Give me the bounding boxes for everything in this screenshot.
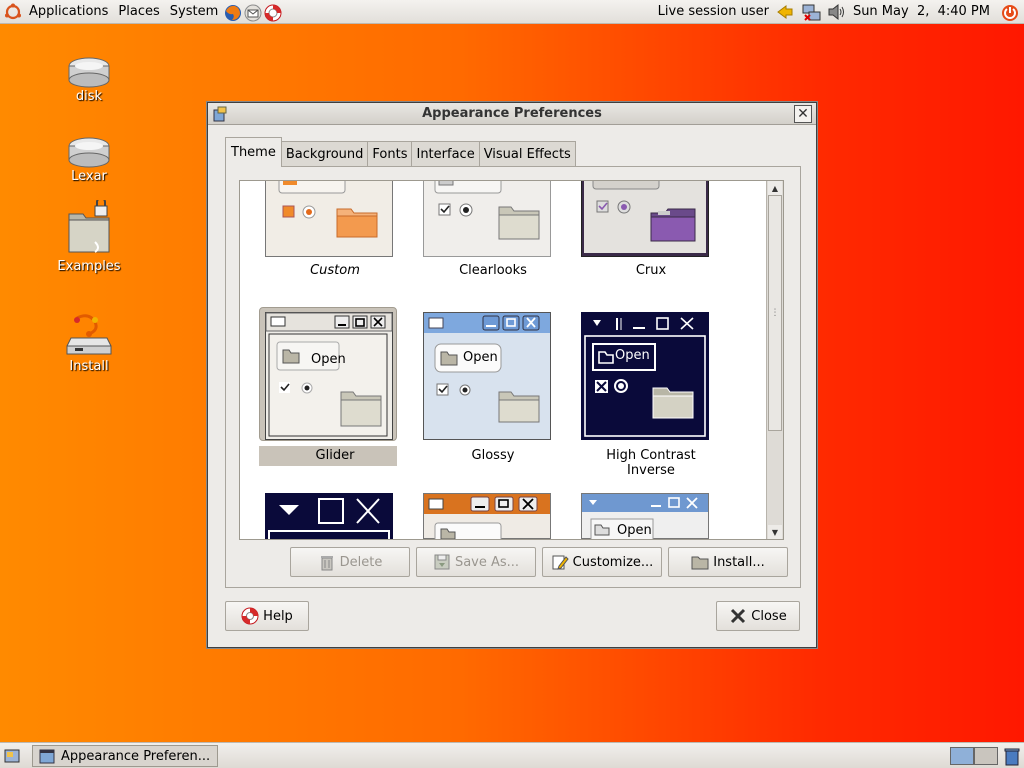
workspace-2[interactable] [974, 747, 998, 765]
window-app-icon [39, 748, 55, 764]
theme-preview-high-contrast-inverse [581, 312, 709, 440]
desktop-icon-disk[interactable]: disk [44, 56, 134, 104]
theme-tab-page: Custom Clearlooks Crux Open Glider Open … [225, 166, 801, 588]
desktop-icon-examples[interactable]: Examples [44, 197, 134, 274]
desktop-icon-lexar[interactable]: Lexar [44, 136, 134, 184]
theme-item-human[interactable] [423, 493, 563, 539]
theme-name: Glossy [471, 448, 515, 463]
desktop-icon-install[interactable]: Install [44, 310, 134, 374]
menu-system[interactable]: System [165, 0, 223, 24]
save-icon [433, 553, 451, 571]
close-icon [729, 607, 747, 625]
drive-icon [68, 56, 110, 88]
theme-item-crux[interactable]: Crux [581, 181, 721, 311]
firefox-icon[interactable] [223, 3, 242, 21]
theme-preview-high-contrast [265, 493, 393, 539]
theme-item-glider[interactable]: Open Glider [265, 312, 405, 472]
taskbar-window-button[interactable]: Appearance Preferen... [32, 745, 218, 767]
show-desktop-icon[interactable] [4, 748, 20, 764]
theme-preview-human [423, 493, 551, 539]
title-bar[interactable]: Appearance Preferences ✕ [208, 103, 816, 125]
top-panel: Applications Places System Live session … [0, 0, 1024, 24]
exit-icon[interactable] [775, 3, 793, 21]
theme-name: Glider [315, 448, 355, 463]
help-lifebuoy-icon [241, 607, 259, 625]
edit-icon [551, 553, 569, 571]
tab-interface[interactable]: Interface [411, 141, 480, 167]
theme-item-mist[interactable]: Open [581, 493, 721, 539]
drive-icon [68, 136, 110, 168]
theme-name: Clearlooks [459, 263, 527, 278]
mail-icon[interactable] [243, 3, 262, 21]
menu-applications[interactable]: Applications [24, 0, 113, 24]
shutdown-icon[interactable] [1000, 3, 1018, 21]
volume-icon[interactable] [827, 3, 845, 21]
theme-name: Crux [635, 263, 667, 278]
theme-name: High Contrast Inverse [606, 448, 696, 478]
theme-preview-glossy [423, 312, 551, 440]
theme-name: Custom [310, 263, 360, 278]
folder-lock-icon [65, 197, 113, 256]
install-button[interactable]: Install... [668, 547, 788, 577]
bottom-panel: Appearance Preferen... [0, 742, 1024, 768]
trash-icon[interactable] [1002, 746, 1022, 766]
menu-places[interactable]: Places [113, 0, 164, 24]
tab-background[interactable]: Background [280, 141, 369, 167]
delete-button[interactable]: Delete [290, 547, 410, 577]
close-button[interactable]: Close [716, 601, 800, 631]
clock[interactable]: Sun May 2, 4:40 PM [853, 4, 994, 19]
scroll-down-icon[interactable]: ▼ [768, 525, 782, 539]
theme-item-high-contrast-inverse[interactable]: Open High Contrast Inverse [581, 312, 721, 478]
workspace-1[interactable] [950, 747, 974, 765]
installer-icon [65, 310, 113, 356]
appearance-preferences-window: Appearance Preferences ✕ Theme Backgroun… [207, 102, 817, 648]
help-button[interactable]: Help [225, 601, 309, 631]
theme-item-clearlooks[interactable]: Clearlooks [423, 181, 563, 311]
tab-theme[interactable]: Theme [225, 137, 282, 167]
window-menu-icon[interactable] [212, 106, 228, 122]
scrollbar-thumb[interactable]: ⋮ [768, 195, 782, 431]
theme-list-scrollbar[interactable]: ▲ ⋮ ▼ [766, 181, 783, 539]
preview-open-label: Open [463, 350, 498, 365]
session-user-label[interactable]: Live session user [658, 4, 769, 19]
trash-icon [318, 553, 336, 571]
scroll-up-icon[interactable]: ▲ [768, 181, 782, 195]
ubuntu-logo-icon [4, 3, 22, 21]
tab-fonts[interactable]: Fonts [367, 141, 413, 167]
close-icon[interactable]: ✕ [794, 105, 812, 123]
tab-bar: Theme Background Fonts Interface Visual … [225, 137, 576, 167]
customize-button[interactable]: Customize... [542, 547, 662, 577]
network-icon[interactable] [801, 3, 821, 21]
help-lifebuoy-icon[interactable] [263, 3, 282, 21]
preview-open-label: Open [617, 523, 652, 538]
preview-open-label: Open [311, 352, 346, 367]
theme-item-custom[interactable]: Custom [265, 181, 405, 311]
folder-icon [691, 553, 709, 571]
save-as-button[interactable]: Save As... [416, 547, 536, 577]
theme-list[interactable]: Custom Clearlooks Crux Open Glider Open … [239, 180, 784, 540]
theme-preview-glider [265, 312, 393, 440]
theme-item-high-contrast[interactable] [265, 493, 405, 539]
theme-item-glossy[interactable]: Open Glossy [423, 312, 563, 472]
tab-visual-effects[interactable]: Visual Effects [478, 141, 576, 167]
preview-open-label: Open [615, 348, 650, 363]
window-title: Appearance Preferences [422, 106, 602, 121]
